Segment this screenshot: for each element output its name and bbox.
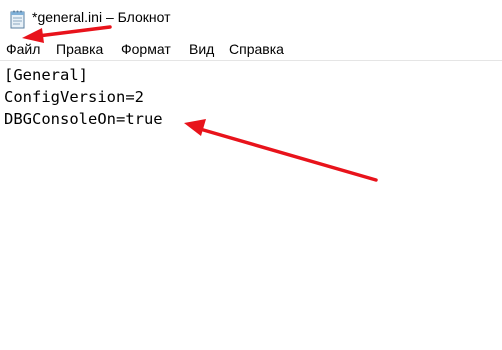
menu-bar: Файл Правка Формат Вид Справка <box>0 38 502 60</box>
menu-file[interactable]: Файл <box>6 41 40 57</box>
menu-help[interactable]: Справка <box>229 41 284 57</box>
editor-line: [General] <box>4 66 88 84</box>
text-editor-area[interactable]: [General] ConfigVersion=2 DBGConsoleOn=t… <box>0 61 502 350</box>
notepad-icon <box>10 10 25 29</box>
editor-line: ConfigVersion=2 <box>4 88 144 106</box>
menu-edit[interactable]: Правка <box>56 41 103 57</box>
notepad-window: *general.ini – Блокнот Файл Правка Форма… <box>0 0 502 350</box>
menu-format[interactable]: Формат <box>121 41 171 57</box>
menu-view[interactable]: Вид <box>189 41 214 57</box>
window-title: *general.ini – Блокнот <box>32 9 171 25</box>
title-bar[interactable]: *general.ini – Блокнот <box>0 0 502 38</box>
editor-line: DBGConsoleOn=true <box>4 110 163 128</box>
